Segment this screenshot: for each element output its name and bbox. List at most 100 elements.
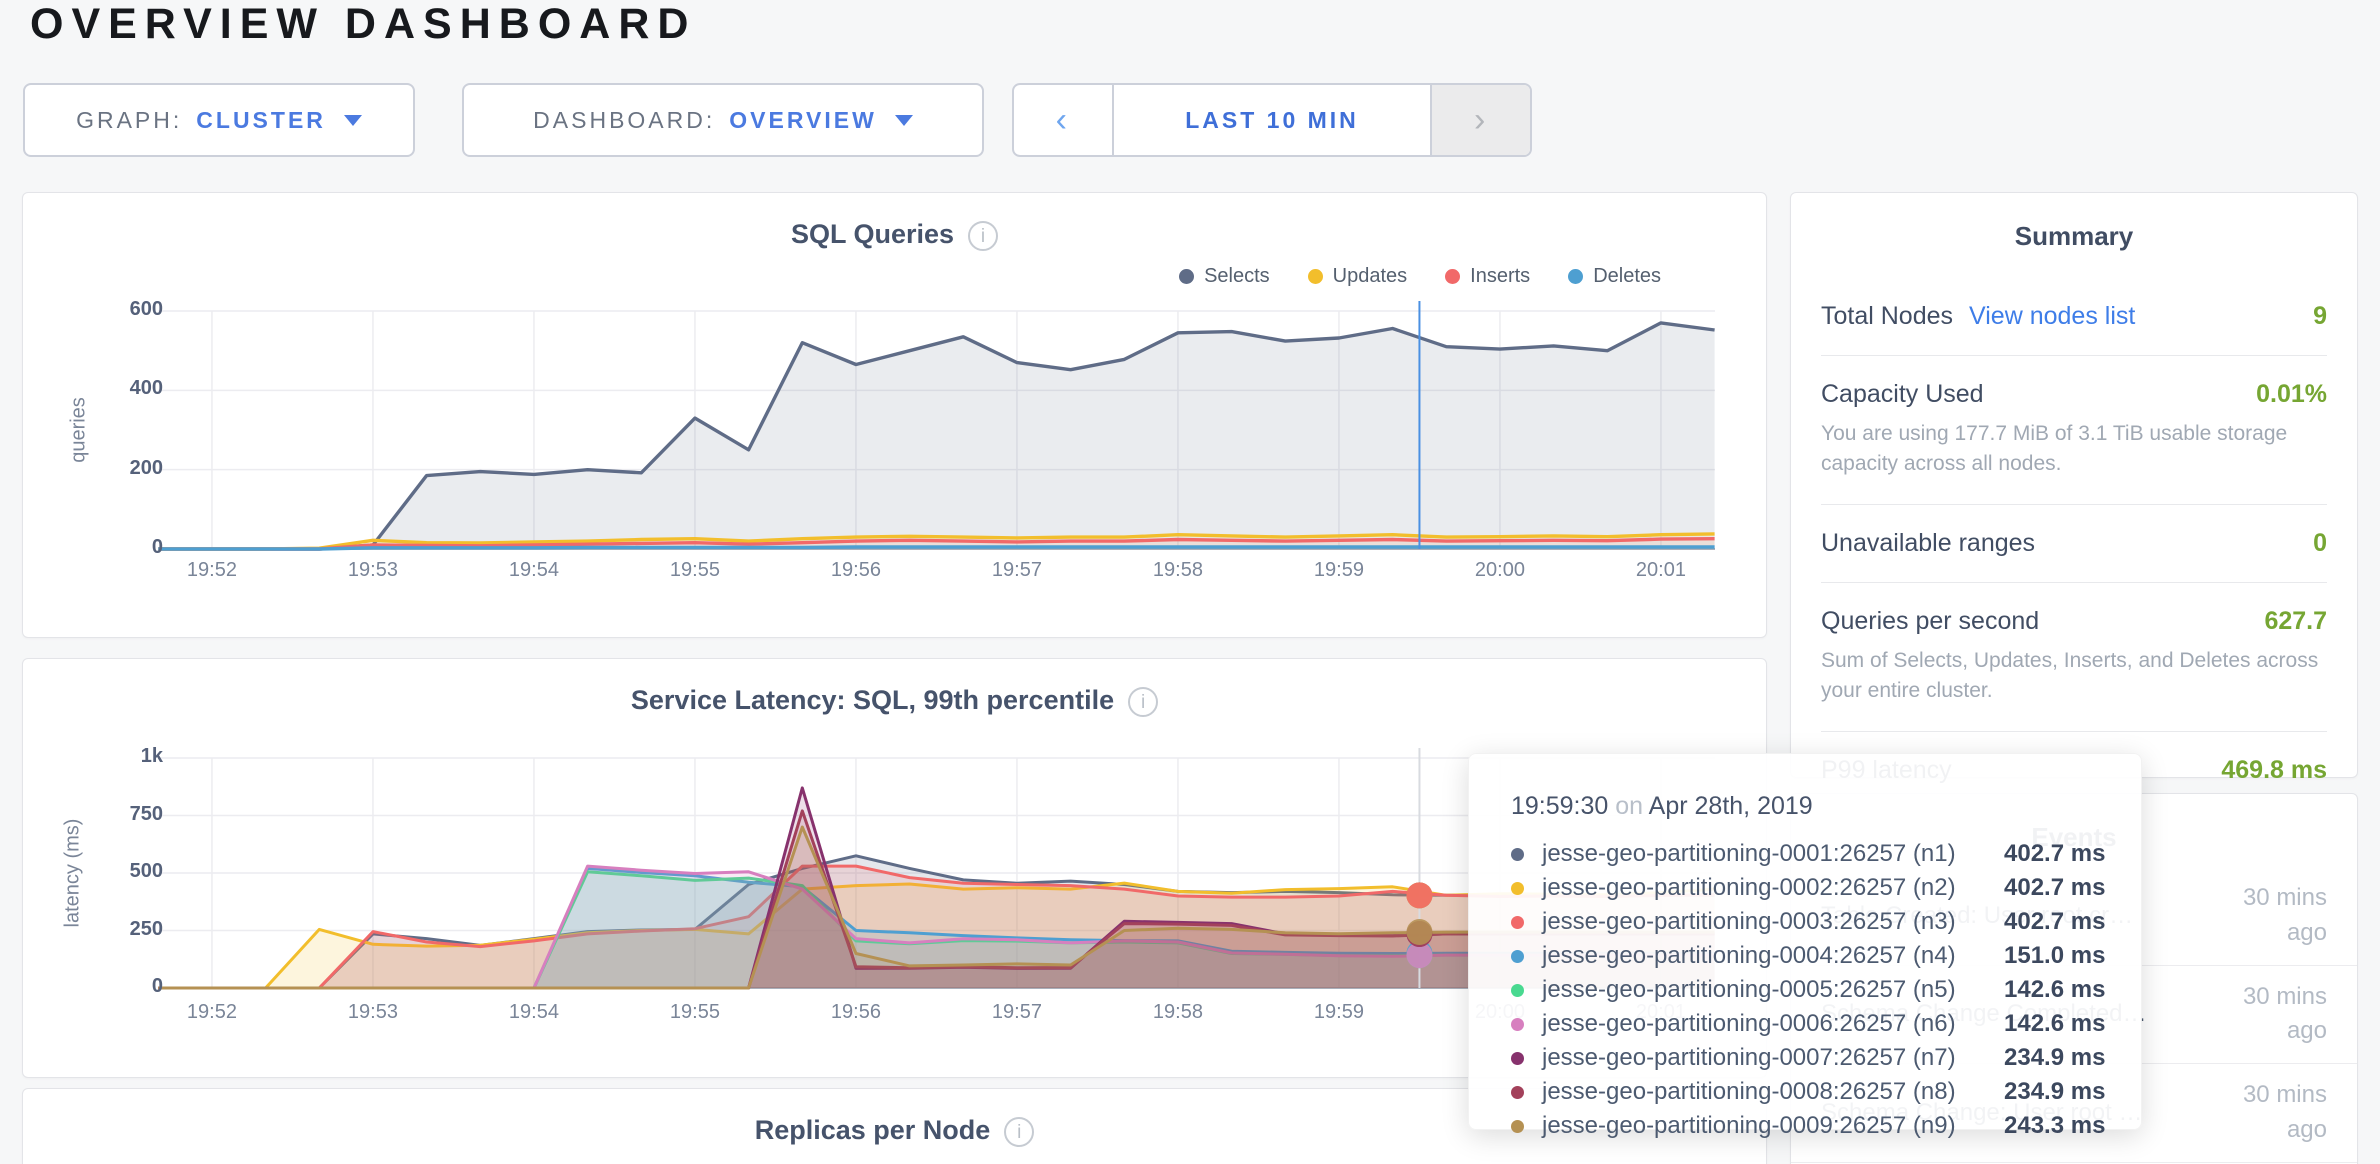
node-color-dot-icon [1511, 1086, 1524, 1099]
node-latency-value: 142.6 ms [2004, 976, 2105, 1004]
tooltip-row: jesse-geo-partitioning-0007:26257 (n7)23… [1511, 1041, 2141, 1075]
tooltip-row: jesse-geo-partitioning-0006:26257 (n6)14… [1511, 1007, 2141, 1041]
node-color-dot-icon [1511, 916, 1524, 929]
summary-title: Summary [1791, 193, 2357, 252]
chart-hover-tooltip: 19:59:30 on Apr 28th, 2019 jesse-geo-par… [1468, 753, 2142, 1130]
latency-y-axis-title: latency (ms) [62, 819, 85, 928]
graph-dropdown[interactable]: GRAPH: CLUSTER [23, 83, 415, 157]
node-name: jesse-geo-partitioning-0005:26257 (n5) [1542, 976, 2004, 1004]
node-color-dot-icon [1511, 848, 1524, 861]
tooltip-row: jesse-geo-partitioning-0003:26257 (n3)40… [1511, 905, 2141, 939]
event-time: 30 mins ago [2205, 881, 2327, 951]
unavailable-ranges-value: 0 [2313, 529, 2327, 558]
x-tick-label: 19:54 [494, 559, 574, 582]
x-tick-label: 19:59 [1299, 559, 1379, 582]
node-name: jesse-geo-partitioning-0009:26257 (n9) [1542, 1112, 2004, 1140]
node-color-dot-icon [1511, 1052, 1524, 1065]
page-title: OVERVIEW DASHBOARD [30, 0, 696, 49]
node-latency-value: 402.7 ms [2004, 840, 2105, 868]
x-tick-label: 19:56 [816, 559, 896, 582]
qps-value: 627.7 [2264, 607, 2327, 636]
node-name: jesse-geo-partitioning-0006:26257 (n6) [1542, 1010, 2004, 1038]
time-range-next-button[interactable]: › [1430, 85, 1530, 155]
node-latency-value: 402.7 ms [2004, 874, 2105, 902]
hover-dot [1406, 919, 1432, 945]
event-time: 30 mins ago [2205, 980, 2327, 1050]
event-time: 30 mins ago [2205, 1078, 2327, 1148]
chevron-right-icon: › [1474, 101, 1488, 140]
tooltip-row: jesse-geo-partitioning-0005:26257 (n5)14… [1511, 973, 2141, 1007]
x-tick-label: 19:52 [172, 1001, 252, 1024]
node-latency-value: 234.9 ms [2004, 1078, 2105, 1106]
capacity-used-value: 0.01% [2256, 380, 2327, 409]
chevron-down-icon [895, 115, 913, 126]
node-name: jesse-geo-partitioning-0007:26257 (n7) [1542, 1044, 2004, 1072]
node-latency-value: 151.0 ms [2004, 942, 2105, 970]
x-tick-label: 19:55 [655, 559, 735, 582]
time-range-selector: ‹ LAST 10 MIN › [1012, 83, 1532, 157]
x-tick-label: 19:53 [333, 559, 413, 582]
series-area [158, 323, 1714, 549]
sql-queries-chart-card: SQL Queriesi SelectsUpdatesInsertsDelete… [22, 192, 1767, 638]
x-tick-label: 19:52 [172, 559, 252, 582]
tooltip-timestamp: 19:59:30 on Apr 28th, 2019 [1511, 792, 2141, 821]
chevron-left-icon: ‹ [1056, 101, 1070, 140]
y-tick-label: 1k [63, 745, 163, 768]
node-latency-value: 402.7 ms [2004, 908, 2105, 936]
time-range-value[interactable]: LAST 10 MIN [1114, 85, 1431, 155]
x-tick-label: 19:56 [816, 1001, 896, 1024]
x-tick-label: 19:55 [655, 1001, 735, 1024]
node-color-dot-icon [1511, 1018, 1524, 1031]
node-color-dot-icon [1511, 984, 1524, 997]
node-color-dot-icon [1511, 1120, 1524, 1133]
info-icon[interactable]: i [1004, 1117, 1034, 1147]
node-latency-value: 234.9 ms [2004, 1044, 2105, 1072]
tooltip-row: jesse-geo-partitioning-0009:26257 (n9)24… [1511, 1109, 2141, 1143]
summary-row-total-nodes: Total Nodes View nodes list 9 [1821, 278, 2327, 356]
x-tick-label: 19:58 [1138, 559, 1218, 582]
y-tick-label: 600 [63, 298, 163, 321]
x-tick-label: 19:53 [333, 1001, 413, 1024]
node-name: jesse-geo-partitioning-0003:26257 (n3) [1542, 908, 2004, 936]
dashboard-dropdown-label: DASHBOARD: [533, 107, 715, 134]
summary-row-capacity: Capacity Used 0.01% You are using 177.7 … [1821, 356, 2327, 505]
dashboard-dropdown[interactable]: DASHBOARD: OVERVIEW [462, 83, 984, 157]
node-color-dot-icon [1511, 950, 1524, 963]
x-tick-label: 20:00 [1460, 559, 1540, 582]
unavailable-ranges-label: Unavailable ranges [1821, 529, 2035, 558]
node-name: jesse-geo-partitioning-0001:26257 (n1) [1542, 840, 2004, 868]
summary-panel: Summary Total Nodes View nodes list 9 Ca… [1790, 192, 2358, 778]
tooltip-row: jesse-geo-partitioning-0002:26257 (n2)40… [1511, 871, 2141, 905]
qps-label: Queries per second [1821, 607, 2039, 636]
node-name: jesse-geo-partitioning-0004:26257 (n4) [1542, 942, 2004, 970]
tooltip-row: jesse-geo-partitioning-0001:26257 (n1)40… [1511, 837, 2141, 871]
x-tick-label: 20:01 [1621, 559, 1701, 582]
graph-dropdown-label: GRAPH: [76, 107, 182, 134]
x-tick-label: 19:57 [977, 559, 1057, 582]
overview-dashboard-page: OVERVIEW DASHBOARD GRAPH: CLUSTER DASHBO… [0, 0, 2380, 1164]
summary-row-unavailable-ranges: Unavailable ranges 0 [1821, 505, 2327, 583]
series-line [158, 547, 1714, 549]
node-color-dot-icon [1511, 882, 1524, 895]
graph-dropdown-value: CLUSTER [196, 107, 326, 134]
view-nodes-list-link[interactable]: View nodes list [1969, 302, 2135, 331]
x-tick-label: 19:58 [1138, 1001, 1218, 1024]
dashboard-dropdown-value: OVERVIEW [729, 107, 877, 134]
y-tick-label: 0 [63, 975, 163, 998]
time-range-prev-button[interactable]: ‹ [1014, 85, 1114, 155]
chevron-down-icon [344, 115, 362, 126]
total-nodes-value: 9 [2313, 302, 2327, 331]
total-nodes-label: Total Nodes [1821, 302, 1953, 331]
y-tick-label: 0 [63, 536, 163, 559]
node-name: jesse-geo-partitioning-0008:26257 (n8) [1542, 1078, 2004, 1106]
node-latency-value: 142.6 ms [2004, 1010, 2105, 1038]
node-name: jesse-geo-partitioning-0002:26257 (n2) [1542, 874, 2004, 902]
sql-y-axis-title: queries [68, 397, 91, 463]
tooltip-row: jesse-geo-partitioning-0004:26257 (n4)15… [1511, 939, 2141, 973]
tooltip-rows: jesse-geo-partitioning-0001:26257 (n1)40… [1511, 837, 2141, 1143]
qps-note: Sum of Selects, Updates, Inserts, and De… [1821, 646, 2327, 707]
tooltip-row: jesse-geo-partitioning-0008:26257 (n8)23… [1511, 1075, 2141, 1109]
x-tick-label: 19:57 [977, 1001, 1057, 1024]
x-tick-label: 19:59 [1299, 1001, 1379, 1024]
hover-dot [1406, 882, 1432, 908]
